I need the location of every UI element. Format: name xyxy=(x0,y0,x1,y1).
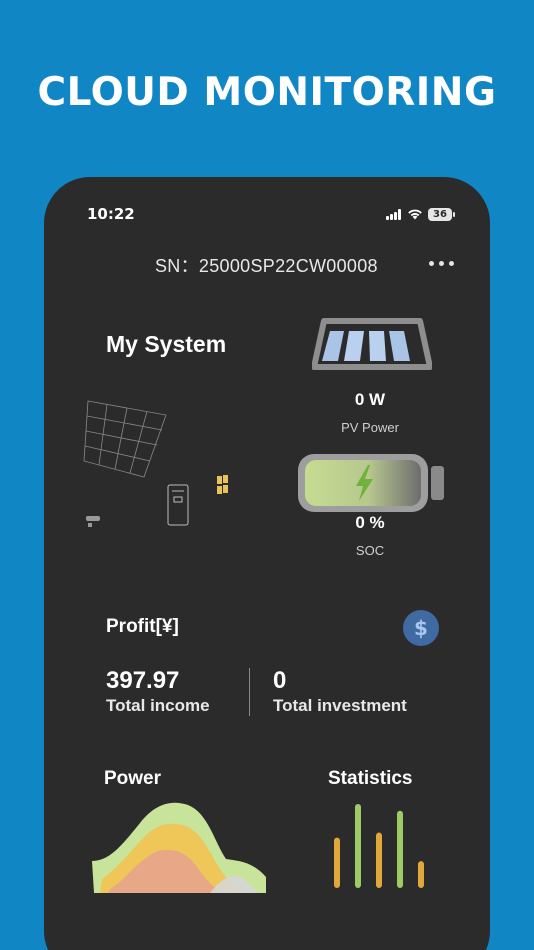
serial-number: SN：25000SP22CW00008 xyxy=(155,256,378,276)
more-dots-icon[interactable] xyxy=(424,255,458,271)
soc-label: SOC xyxy=(355,543,385,558)
pv-power-label: PV Power xyxy=(341,420,399,435)
svg-text:$: $ xyxy=(414,616,428,640)
status-bar: 10:22 36 xyxy=(44,177,490,253)
battery-icon: 36 xyxy=(428,207,455,221)
pv-power-value: 0 W xyxy=(354,390,386,409)
statistics-bar xyxy=(418,861,424,888)
system-illustration xyxy=(83,400,228,527)
dollar-icon[interactable]: $ xyxy=(403,610,439,646)
total-investment-label: Total investment xyxy=(273,696,407,715)
statistics-bar xyxy=(376,832,382,888)
soc-value: 0 % xyxy=(355,513,385,532)
battery-level: 36 xyxy=(428,207,452,221)
battery-charging-icon xyxy=(298,454,444,512)
statistics-card-title[interactable]: Statistics xyxy=(328,768,412,790)
profit-title: Profit[¥] xyxy=(106,616,179,637)
phone-frame: 10:22 36 SN：25000SP22CW00008 My System 0… xyxy=(44,177,490,950)
solar-panel-icon xyxy=(312,318,432,370)
signal-icon xyxy=(386,208,402,220)
hero-title: CLOUD MONITORING xyxy=(37,70,497,115)
statistics-bar xyxy=(334,837,340,888)
power-chart-illustration[interactable] xyxy=(92,801,268,897)
serial-number-row: SN：25000SP22CW00008 xyxy=(44,251,490,276)
wifi-icon xyxy=(407,205,423,224)
total-income-label: Total income xyxy=(106,696,210,715)
statistics-bar xyxy=(355,804,361,888)
profit-divider xyxy=(249,668,250,716)
status-time: 10:22 xyxy=(87,205,135,223)
statistics-bar xyxy=(397,810,403,888)
total-income-value: 397.97 xyxy=(106,667,180,694)
my-system-title: My System xyxy=(106,331,227,357)
power-card-title[interactable]: Power xyxy=(104,768,161,790)
status-icons: 36 xyxy=(386,207,455,221)
total-investment-value: 0 xyxy=(273,667,287,694)
statistics-chart-illustration[interactable] xyxy=(326,801,430,891)
